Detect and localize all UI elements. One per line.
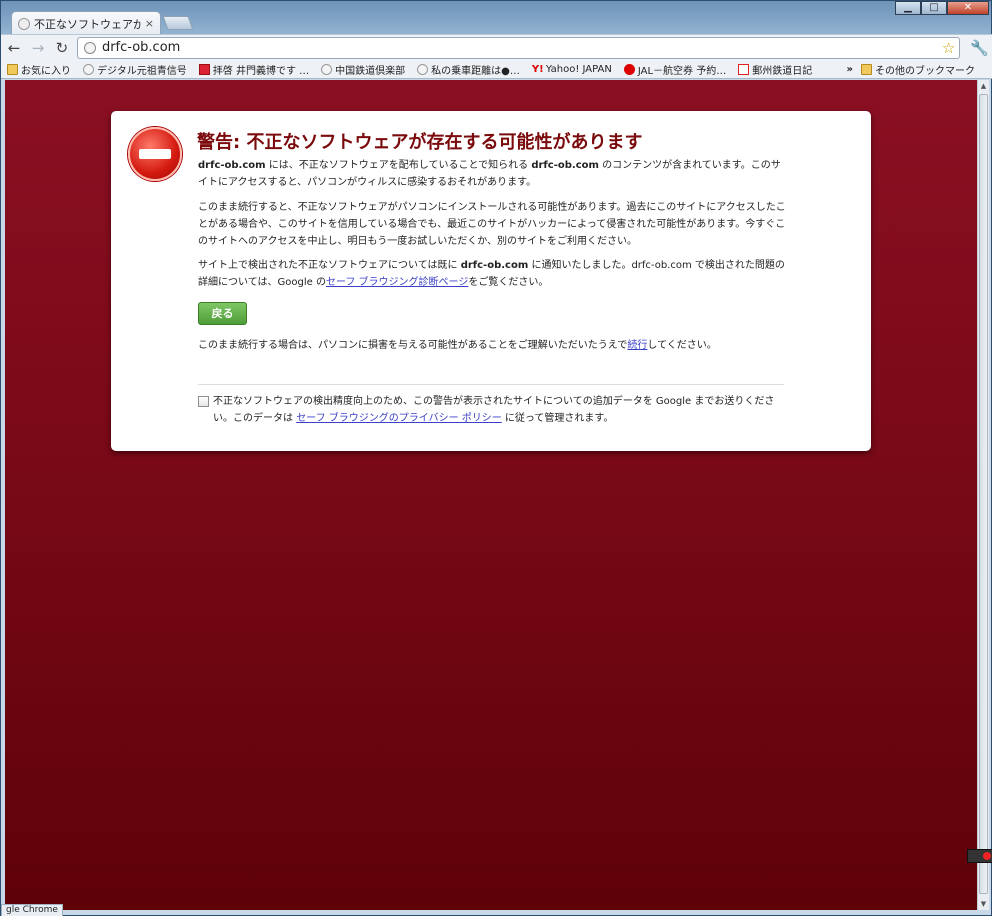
- close-window-button[interactable]: ✕: [947, 1, 989, 15]
- red-box-icon: [738, 63, 750, 75]
- paragraph-text: サイト上で検出された不正なソフトウェアについては既に: [198, 260, 461, 271]
- paragraph-text: に従って管理されます。: [501, 413, 614, 424]
- jal-icon: [623, 63, 635, 75]
- bookmark-label: Yahoo! JAPAN: [545, 63, 612, 75]
- bookmark-label: デジタル元祖青信号: [97, 65, 187, 77]
- tab-title: 不正なソフトウェアが検知: [34, 17, 141, 31]
- title-bar: 不正なソフトウェアが検知 × ▁ □ ✕: [1, 1, 992, 35]
- bookmark-item[interactable]: 中国鉄道倶楽部: [321, 62, 405, 77]
- bookmark-label: 郵州鉄道日記: [752, 65, 813, 77]
- paragraph-text: このまま続行する場合は、パソコンに損害を与える可能性があることをご理解いただいた…: [198, 340, 628, 351]
- globe-icon: [321, 63, 333, 75]
- bookmark-label: その他のブックマーク: [875, 65, 975, 77]
- warning-paragraph-2: このまま続行すると、不正なソフトウェアがパソコンにインストールされる可能性があり…: [198, 202, 786, 247]
- paragraph-text: してください。: [647, 340, 717, 351]
- bookmark-label: 拝啓 井門義博です …: [212, 65, 310, 77]
- browser-window: 不正なソフトウェアが検知 × ▁ □ ✕ ← → ↻ drfc-ob.com ☆…: [0, 0, 992, 916]
- window-controls: ▁ □ ✕: [895, 1, 989, 15]
- proceed-link[interactable]: 続行: [627, 340, 647, 351]
- back-button[interactable]: 戻る: [198, 302, 247, 325]
- status-bar: gle Chrome: [1, 904, 63, 916]
- bookmark-item[interactable]: お気に入り: [7, 62, 71, 77]
- warning-paragraph-3: サイト上で検出された不正なソフトウェアについては既に drfc-ob.com に…: [198, 257, 790, 291]
- bookmark-item[interactable]: JAL－航空券 予約…: [623, 62, 727, 77]
- bookmark-label: 中国鉄道倶楽部: [335, 65, 406, 77]
- address-bar[interactable]: drfc-ob.com ☆: [76, 36, 961, 59]
- folder-icon: [861, 63, 872, 75]
- minimize-button[interactable]: ▁: [895, 1, 921, 15]
- maximize-button[interactable]: □: [921, 1, 947, 15]
- privacy-policy-link[interactable]: セーフ ブラウジングのプライバシー ポリシー: [296, 413, 502, 424]
- proceed-paragraph: このまま続行する場合は、パソコンに損害を与える可能性があることをご理解いただいた…: [198, 337, 790, 354]
- globe-icon: [18, 17, 30, 30]
- bookmarks-overflow-chevron[interactable]: »: [847, 64, 853, 75]
- bookmark-item[interactable]: Y! Yahoo! JAPAN: [532, 64, 612, 75]
- paragraph-text: には、不正なソフトウェアを配布していることで知られる: [265, 160, 532, 171]
- navigation-toolbar: ← → ↻ drfc-ob.com ☆ 🔧: [1, 34, 992, 60]
- back-arrow-icon[interactable]: ←: [5, 39, 23, 57]
- bookmarks-bar: お気に入り デジタル元祖青信号 拝啓 井門義博です … 中国鉄道倶楽部 私の乗車…: [1, 60, 992, 79]
- page-content: 警告: 不正なソフトウェアが存在する可能性があります drfc-ob.com に…: [5, 80, 977, 910]
- site-name: drfc-ob.com: [531, 160, 599, 171]
- forward-arrow-icon[interactable]: →: [29, 39, 47, 57]
- new-tab-button[interactable]: [162, 16, 194, 30]
- scroll-down-arrow-icon[interactable]: ▼: [978, 898, 989, 910]
- warning-paragraph-1: drfc-ob.com には、不正なソフトウェアを配布していることで知られる d…: [198, 157, 790, 191]
- folder-icon: [7, 63, 18, 75]
- bookmark-item[interactable]: 私の乗車距離は●…: [417, 62, 520, 77]
- report-checkbox[interactable]: [198, 396, 209, 407]
- globe-icon: [417, 63, 429, 75]
- tab-active[interactable]: 不正なソフトウェアが検知 ×: [11, 11, 161, 35]
- warning-card: 警告: 不正なソフトウェアが存在する可能性があります drfc-ob.com に…: [111, 111, 871, 451]
- divider: [198, 384, 784, 385]
- red-square-icon: [198, 63, 210, 75]
- reload-icon[interactable]: ↻: [53, 39, 71, 57]
- scroll-up-arrow-icon[interactable]: ▲: [978, 80, 989, 92]
- paragraph-text: をご覧ください。: [468, 277, 549, 288]
- yahoo-icon: Y!: [531, 63, 544, 75]
- site-name: drfc-ob.com: [198, 160, 266, 171]
- site-info-icon[interactable]: [83, 41, 96, 54]
- bookmark-star-icon[interactable]: ☆: [942, 39, 955, 57]
- bookmark-item[interactable]: デジタル元祖青信号: [83, 62, 187, 77]
- bookmark-label: お気に入り: [21, 65, 71, 77]
- tray-icon[interactable]: [967, 849, 992, 863]
- wrench-icon[interactable]: 🔧: [970, 39, 989, 57]
- bookmark-label: 私の乗車距離は●…: [431, 65, 520, 77]
- tab-close-button[interactable]: ×: [145, 17, 154, 30]
- bookmark-label: JAL－航空券 予約…: [637, 65, 727, 77]
- bookmark-item[interactable]: 郵州鉄道日記: [738, 62, 812, 77]
- safe-browsing-diagnostic-link[interactable]: セーフ ブラウジング診断ページ: [326, 277, 468, 288]
- site-name: drfc-ob.com: [460, 260, 529, 271]
- stop-sign-icon: [128, 127, 182, 181]
- other-bookmarks-folder[interactable]: その他のブックマーク: [861, 62, 975, 77]
- page-title: 警告: 不正なソフトウェアが存在する可能性があります: [197, 132, 643, 153]
- report-text: 不正なソフトウェアの検出精度向上のため、この警告が表示されたサイトについての追加…: [213, 393, 788, 427]
- globe-icon: [83, 63, 94, 75]
- vertical-scrollbar[interactable]: ▲ ▼: [977, 80, 989, 910]
- bookmark-item[interactable]: 拝啓 井門義博です …: [198, 62, 310, 77]
- scroll-thumb[interactable]: [979, 94, 988, 894]
- url-text[interactable]: drfc-ob.com: [102, 40, 180, 55]
